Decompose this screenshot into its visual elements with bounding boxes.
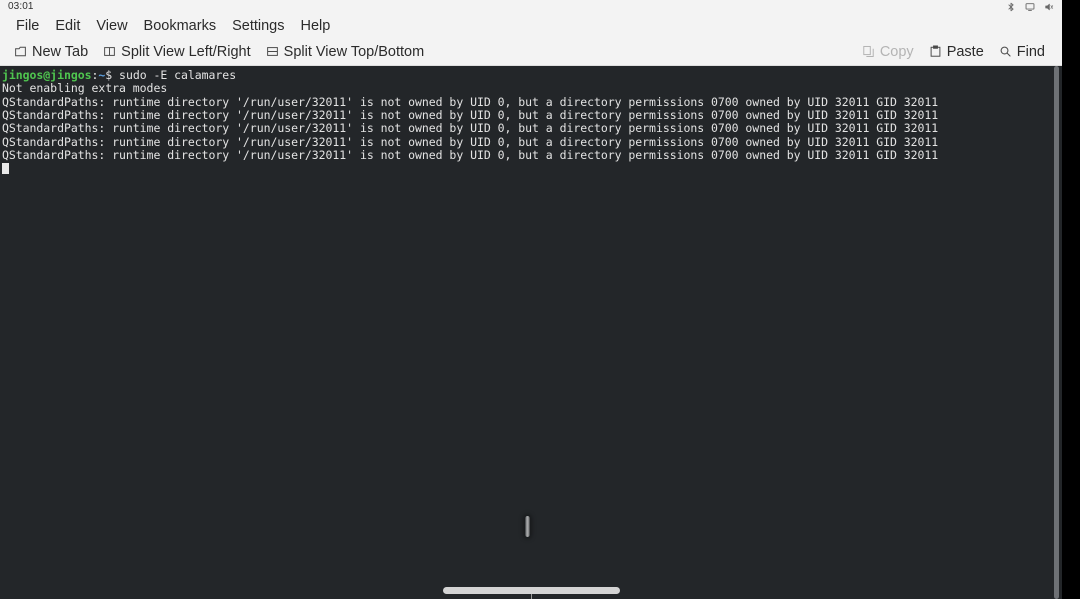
vertical-scrollbar[interactable] (1051, 66, 1062, 599)
menu-view[interactable]: View (88, 16, 135, 37)
display-icon[interactable] (1025, 2, 1035, 12)
terminal-cursor-line (2, 162, 1062, 175)
split-top-bottom-label: Split View Top/Bottom (283, 43, 425, 60)
menu-settings[interactable]: Settings (224, 16, 292, 37)
home-indicator-tick (531, 594, 532, 599)
menu-bar: File Edit View Bookmarks Settings Help (0, 14, 1062, 38)
split-top-bottom-button[interactable]: Split View Top/Bottom (260, 41, 434, 63)
find-button[interactable]: Find (993, 41, 1054, 63)
new-tab-button[interactable]: New Tab (8, 41, 97, 63)
toolbar: New Tab Split View Left/Right Split View… (0, 38, 1062, 66)
terminal-line: QStandardPaths: runtime directory '/run/… (2, 148, 939, 163)
copy-button: Copy (856, 41, 923, 63)
scrollbar-thumb[interactable] (1054, 66, 1059, 599)
volume-icon[interactable] (1044, 2, 1054, 12)
terminal-line: QStandardPaths: runtime directory '/run/… (2, 108, 939, 123)
copy-label: Copy (879, 43, 914, 60)
bluetooth-icon[interactable] (1006, 2, 1016, 12)
system-tray (1006, 2, 1054, 12)
terminal-line: QStandardPaths: runtime directory '/run/… (2, 94, 939, 109)
split-left-right-icon (103, 45, 116, 58)
toolbar-left-group: New Tab Split View Left/Right Split View… (8, 41, 433, 63)
terminal-cursor (2, 162, 9, 174)
terminal-line: QStandardPaths: runtime directory '/run/… (2, 134, 939, 149)
toolbar-right-group: Copy Paste Find (856, 41, 1054, 63)
menu-bookmarks[interactable]: Bookmarks (136, 16, 225, 37)
text-caret (525, 516, 530, 537)
terminal-line: Not enabling extra modes (2, 81, 168, 96)
copy-icon (862, 45, 875, 58)
paste-label: Paste (946, 43, 984, 60)
terminal-output[interactable]: jingos@jingos:~$ sudo -E calamares Not e… (0, 66, 1062, 599)
terminal-line: QStandardPaths: runtime directory '/run/… (2, 121, 939, 136)
paste-icon (929, 45, 942, 58)
split-left-right-label: Split View Left/Right (121, 43, 251, 60)
new-tab-icon (14, 45, 27, 58)
system-clock: 03:01 (8, 1, 34, 12)
split-left-right-button[interactable]: Split View Left/Right (97, 41, 260, 63)
menu-help[interactable]: Help (292, 16, 338, 37)
screen: 03:01 File Edit View Bookmarks Settings … (0, 0, 1080, 599)
terminal-command: sudo -E calamares (112, 68, 237, 82)
find-icon (999, 45, 1012, 58)
system-status-bar: 03:01 (0, 0, 1062, 14)
prompt-user-host: jingos@jingos (2, 68, 92, 82)
terminal-prompt-line: jingos@jingos:~$ sudo -E calamares (2, 68, 1062, 82)
split-top-bottom-icon (266, 45, 279, 58)
new-tab-label: New Tab (32, 43, 89, 60)
find-label: Find (1016, 43, 1045, 60)
menu-file[interactable]: File (8, 16, 47, 37)
paste-button[interactable]: Paste (923, 41, 993, 63)
menu-edit[interactable]: Edit (47, 16, 88, 37)
terminal-window: 03:01 File Edit View Bookmarks Settings … (0, 0, 1062, 599)
home-indicator[interactable] (443, 587, 620, 594)
